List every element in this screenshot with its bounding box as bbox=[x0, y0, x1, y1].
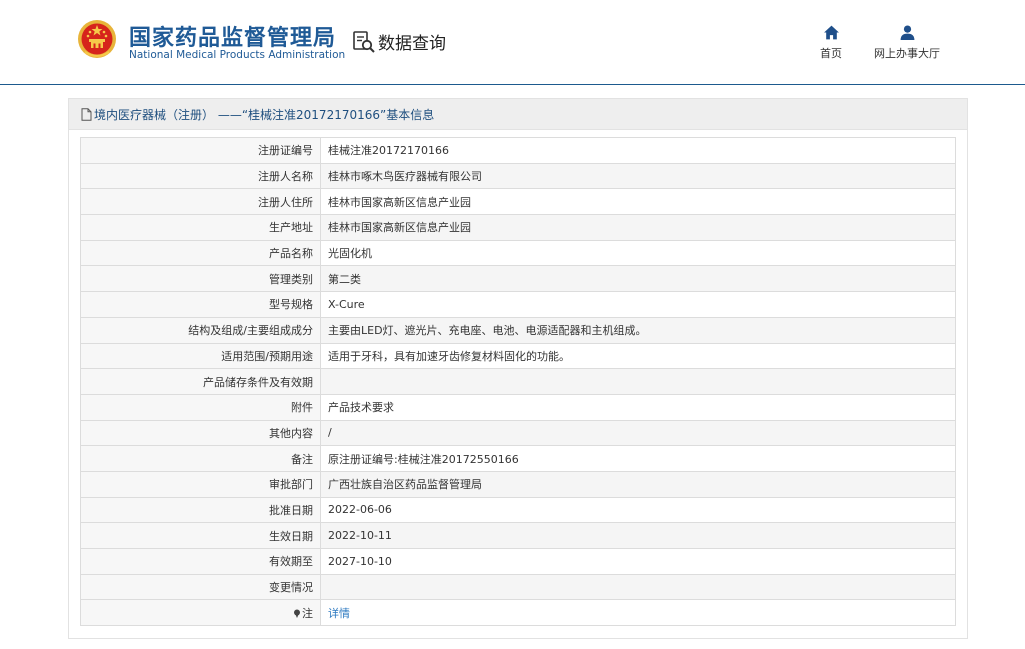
table-row: 产品储存条件及有效期 bbox=[80, 368, 956, 395]
table-row: 其他内容 / bbox=[80, 419, 956, 447]
field-label: 产品储存条件及有效期 bbox=[80, 368, 321, 395]
document-search-icon bbox=[353, 30, 375, 53]
field-label: 批准日期 bbox=[80, 496, 321, 524]
data-query-label: 数据查询 bbox=[378, 34, 446, 54]
field-label: 结构及组成/主要组成成分 bbox=[80, 316, 321, 344]
field-label: 变更情况 bbox=[80, 573, 321, 601]
field-value: 广西壮族自治区药品监督管理局 bbox=[320, 470, 956, 498]
table-row-note: 注 详情 bbox=[80, 599, 956, 627]
field-value: 2027-10-10 bbox=[320, 548, 956, 575]
user-icon bbox=[900, 25, 914, 40]
table-row: 审批部门 广西壮族自治区药品监督管理局 bbox=[80, 470, 956, 498]
details-link[interactable]: 详情 bbox=[328, 607, 350, 620]
data-query-title: 数据查询 bbox=[352, 29, 446, 54]
field-value: 主要由LED灯、遮光片、充电座、电池、电源适配器和主机组成。 bbox=[320, 316, 956, 344]
nav-online-service-hall[interactable]: 网上办事大厅 bbox=[870, 24, 944, 61]
field-value: 适用于牙科，具有加速牙齿修复材料固化的功能。 bbox=[320, 342, 956, 370]
note-label: 注 bbox=[302, 606, 313, 620]
field-value-note: 详情 bbox=[320, 599, 956, 627]
table-row: 生效日期 2022-10-11 bbox=[80, 522, 956, 549]
table-row: 注册人住所 桂林市国家高新区信息产业园 bbox=[80, 188, 956, 216]
field-value: 桂械注准20172170166 bbox=[320, 137, 956, 164]
home-icon bbox=[823, 25, 839, 40]
field-label: 型号规格 bbox=[80, 291, 321, 318]
table-row: 注册证编号 桂械注准20172170166 bbox=[80, 137, 956, 164]
field-value: 原注册证编号:桂械注准20172550166 bbox=[320, 445, 956, 472]
brand-title-en: National Medical Products Administration bbox=[129, 49, 346, 61]
panel-header: 境内医疗器械（注册） ——“桂械注准20172170166”基本信息 bbox=[69, 99, 967, 130]
table-row: 管理类别 第二类 bbox=[80, 265, 956, 293]
brand-title-cn: 国家药品监督管理局 bbox=[129, 26, 337, 51]
pin-icon bbox=[294, 609, 300, 618]
nav-online-service-hall-label: 网上办事大厅 bbox=[874, 47, 940, 60]
info-table: 注册证编号 桂械注准20172170166 注册人名称 桂林市啄木鸟医疗器械有限公司注… bbox=[80, 137, 956, 627]
field-value: 光固化机 bbox=[320, 239, 956, 267]
table-row: 适用范围/预期用途 适用于牙科，具有加速牙齿修复材料固化的功能。 bbox=[80, 342, 956, 370]
field-label: 生产地址 bbox=[80, 214, 321, 241]
field-value: 第二类 bbox=[320, 265, 956, 293]
field-value: 产品技术要求 bbox=[320, 393, 956, 421]
field-value: / bbox=[320, 419, 956, 447]
field-label: 附件 bbox=[80, 393, 321, 421]
device-info-panel: 境内医疗器械（注册） ——“桂械注准20172170166”基本信息 注册证编号… bbox=[68, 98, 968, 639]
field-label: 产品名称 bbox=[80, 239, 321, 267]
field-label: 管理类别 bbox=[80, 265, 321, 293]
table-row: 产品名称 光固化机 bbox=[80, 239, 956, 267]
field-label: 其他内容 bbox=[80, 419, 321, 447]
table-row: 型号规格 X-Cure bbox=[80, 291, 956, 318]
field-label: 审批部门 bbox=[80, 470, 321, 498]
table-row: 批准日期 2022-06-06 bbox=[80, 496, 956, 524]
field-label: 备注 bbox=[80, 445, 321, 472]
national-emblem-icon bbox=[78, 20, 116, 58]
field-value: 桂林市啄木鸟医疗器械有限公司 bbox=[320, 162, 956, 190]
table-row: 备注 原注册证编号:桂械注准20172550166 bbox=[80, 445, 956, 472]
nav-home-label: 首页 bbox=[820, 47, 842, 60]
field-label: 注册人住所 bbox=[80, 188, 321, 216]
table-row: 附件 产品技术要求 bbox=[80, 393, 956, 421]
table-row: 结构及组成/主要组成成分 主要由LED灯、遮光片、充电座、电池、电源适配器和主机组… bbox=[80, 316, 956, 344]
field-label: 生效日期 bbox=[80, 522, 321, 549]
field-label: 有效期至 bbox=[80, 548, 321, 575]
field-label: 注册证编号 bbox=[80, 137, 321, 164]
field-label-note: 注 bbox=[80, 599, 321, 627]
field-value: X-Cure bbox=[320, 291, 956, 318]
field-value: 2022-10-11 bbox=[320, 522, 956, 549]
field-label: 适用范围/预期用途 bbox=[80, 342, 321, 370]
field-value: 2022-06-06 bbox=[320, 496, 956, 524]
panel-title: 境内医疗器械（注册） ——“桂械注准20172170166”基本信息 bbox=[94, 107, 435, 122]
field-value: 桂林市国家高新区信息产业园 bbox=[320, 188, 956, 216]
document-icon bbox=[81, 107, 92, 121]
site-header: 国家药品监督管理局 National Medical Products Admi… bbox=[0, 0, 1025, 85]
table-row: 注册人名称 桂林市啄木鸟医疗器械有限公司 bbox=[80, 162, 956, 190]
field-value: 桂林市国家高新区信息产业园 bbox=[320, 214, 956, 241]
nav-home[interactable]: 首页 bbox=[814, 24, 848, 61]
field-value bbox=[320, 368, 956, 395]
field-label: 注册人名称 bbox=[80, 162, 321, 190]
field-value bbox=[320, 573, 956, 601]
table-row: 变更情况 bbox=[80, 573, 956, 601]
table-row: 有效期至 2027-10-10 bbox=[80, 548, 956, 575]
table-row: 生产地址 桂林市国家高新区信息产业园 bbox=[80, 214, 956, 241]
